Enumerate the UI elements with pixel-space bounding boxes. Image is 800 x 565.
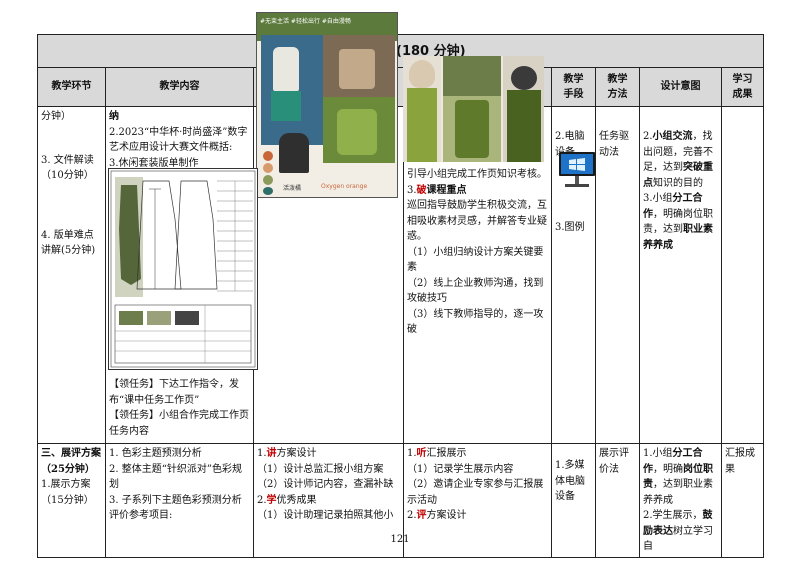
header-media: 教学 手段 <box>551 67 596 107</box>
outcome-cell <box>721 106 764 444</box>
computer-monitor-icon <box>557 150 597 190</box>
intent-cell: 2.小组交流，找出问题，完善不足，达到突破重点知识的目的 3.小组分工合作，明确… <box>639 106 722 444</box>
phase-cell: 分钟） 3. 文件解读 （10分钟） 4. 版单难点 讲解(5分钟) <box>37 106 106 444</box>
header-outcome: 学习 成果 <box>721 67 764 107</box>
garment-spec-sheet <box>108 168 258 370</box>
moodboard-label-cn: 活泼橘 <box>283 185 302 192</box>
header-row: 教学环节 教学内容 教学 手段 教学 方法 设计意图 学习 成果 <box>37 67 764 107</box>
moodboard-image: #无束主活 #轻松出行 #自由漫畅 活泼橘 Oxygen orange <box>256 12 398 198</box>
fashion-photo-green <box>403 56 544 162</box>
header-method: 教学 方法 <box>595 67 640 107</box>
moodboard-tags: #无束主活 #轻松出行 #自由漫畅 <box>260 18 351 25</box>
swatch-2 <box>263 163 273 173</box>
page-number: 121 <box>390 534 410 545</box>
swatch-4 <box>263 187 273 195</box>
header-phase: 教学环节 <box>37 67 106 107</box>
header-content: 教学内容 <box>105 67 254 107</box>
swatch-1 <box>263 151 273 161</box>
swatch-3 <box>263 175 273 185</box>
moodboard-label-en: Oxygen orange <box>321 183 368 190</box>
header-intent: 设计意图 <box>639 67 722 107</box>
method-cell: 任务驱动法 <box>595 106 640 444</box>
